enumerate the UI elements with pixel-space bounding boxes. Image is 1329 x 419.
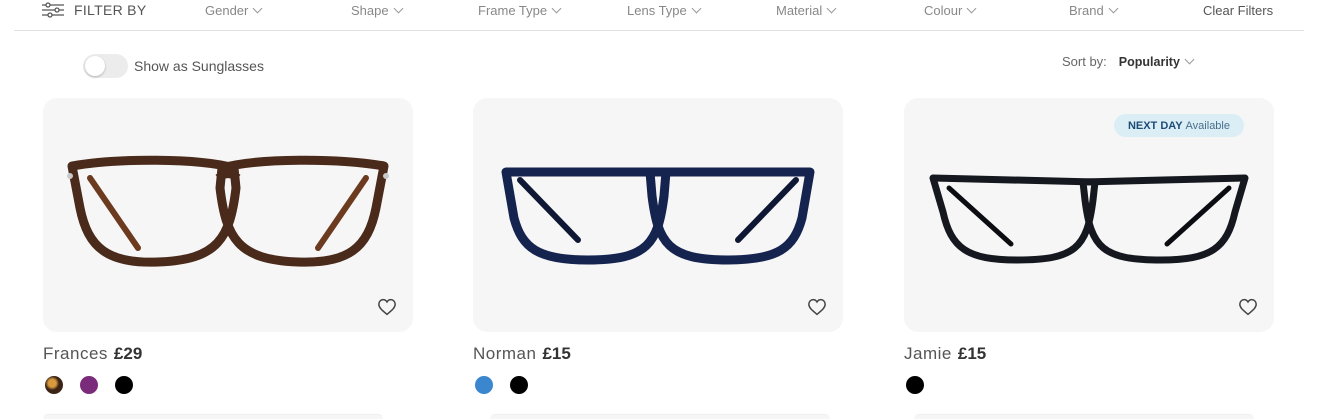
product-price: £15 [957, 344, 987, 363]
product-price: £29 [113, 344, 143, 363]
sort-label: Sort by: [1062, 54, 1107, 69]
sliders-icon [42, 2, 64, 18]
filter-label: Lens Type [627, 3, 687, 18]
sunglasses-toggle-label: Show as Sunglasses [134, 58, 264, 74]
chevron-down-icon [252, 3, 263, 14]
color-swatches [473, 376, 843, 394]
sort-value: Popularity [1118, 54, 1180, 69]
product-card-jamie[interactable]: NEXT DAY Available Jamie £15 [904, 98, 1274, 394]
product-card-frances[interactable]: Frances £29 [43, 98, 413, 394]
sunglasses-toggle[interactable] [83, 54, 128, 78]
filter-label: Brand [1069, 3, 1104, 18]
product-image[interactable]: NEXT DAY Available [904, 98, 1274, 332]
glasses-image [929, 174, 1249, 264]
product-name: Jamie [904, 344, 952, 363]
sort-control: Sort by: Popularity [1062, 54, 1195, 69]
heart-icon[interactable] [1238, 298, 1258, 316]
heart-icon[interactable] [377, 298, 397, 316]
chevron-down-icon [1184, 54, 1195, 65]
product-title[interactable]: Frances £29 [43, 344, 413, 364]
swatch-blue[interactable] [475, 376, 493, 394]
sunglasses-toggle-row: Show as Sunglasses [83, 54, 264, 78]
filter-label: Material [776, 3, 823, 18]
filter-label: Colour [924, 3, 963, 18]
filter-lens-type[interactable]: Lens Type [627, 3, 702, 18]
product-name: Frances [43, 344, 108, 363]
product-image[interactable] [43, 98, 413, 332]
swatch-purple[interactable] [80, 376, 98, 394]
next-row-card-edge [914, 414, 1254, 419]
product-title[interactable]: Jamie £15 [904, 344, 1274, 364]
color-swatches [904, 376, 1274, 394]
clear-filters-link[interactable]: Clear Filters [1203, 3, 1273, 18]
filter-by-label: FILTER BY [74, 2, 147, 18]
filter-frame-type[interactable]: Frame Type [478, 3, 562, 18]
chevron-down-icon [1108, 3, 1119, 14]
toggle-knob [85, 56, 105, 76]
product-price: £15 [542, 344, 571, 363]
swatch-tortoise[interactable] [45, 376, 63, 394]
chevron-down-icon [826, 3, 837, 14]
filter-material[interactable]: Material [776, 3, 837, 18]
filter-colour[interactable]: Colour [924, 3, 977, 18]
chevron-down-icon [393, 3, 404, 14]
filter-gender[interactable]: Gender [205, 3, 263, 18]
glasses-image [67, 155, 389, 267]
color-swatches [43, 376, 413, 394]
product-title[interactable]: Norman £15 [473, 344, 843, 364]
filter-label: Gender [205, 3, 249, 18]
next-row-card-edge [43, 414, 383, 419]
filter-bar: FILTER BY Gender Shape Frame Type Lens T… [14, 0, 1304, 31]
glasses-image [501, 167, 815, 265]
badge-text: Available [1185, 119, 1230, 132]
swatch-black[interactable] [115, 376, 133, 394]
filter-label: Shape [351, 3, 389, 18]
filter-by-button[interactable]: FILTER BY [42, 2, 146, 18]
chevron-down-icon [691, 3, 702, 14]
badge-strong: NEXT DAY [1127, 119, 1183, 132]
heart-icon[interactable] [807, 298, 827, 316]
swatch-black[interactable] [906, 376, 924, 394]
chevron-down-icon [551, 3, 562, 14]
filter-brand[interactable]: Brand [1069, 3, 1119, 18]
filter-shape[interactable]: Shape [351, 3, 404, 18]
product-image[interactable] [473, 98, 843, 332]
next-day-badge: NEXT DAY Available [1113, 114, 1244, 137]
chevron-down-icon [966, 3, 977, 14]
product-name: Norman [473, 344, 537, 363]
sort-dropdown[interactable]: Popularity [1118, 54, 1195, 69]
swatch-black[interactable] [510, 376, 528, 394]
next-row-card-edge [490, 414, 830, 419]
filter-label: Frame Type [478, 3, 548, 18]
product-card-norman[interactable]: Norman £15 [473, 98, 843, 394]
